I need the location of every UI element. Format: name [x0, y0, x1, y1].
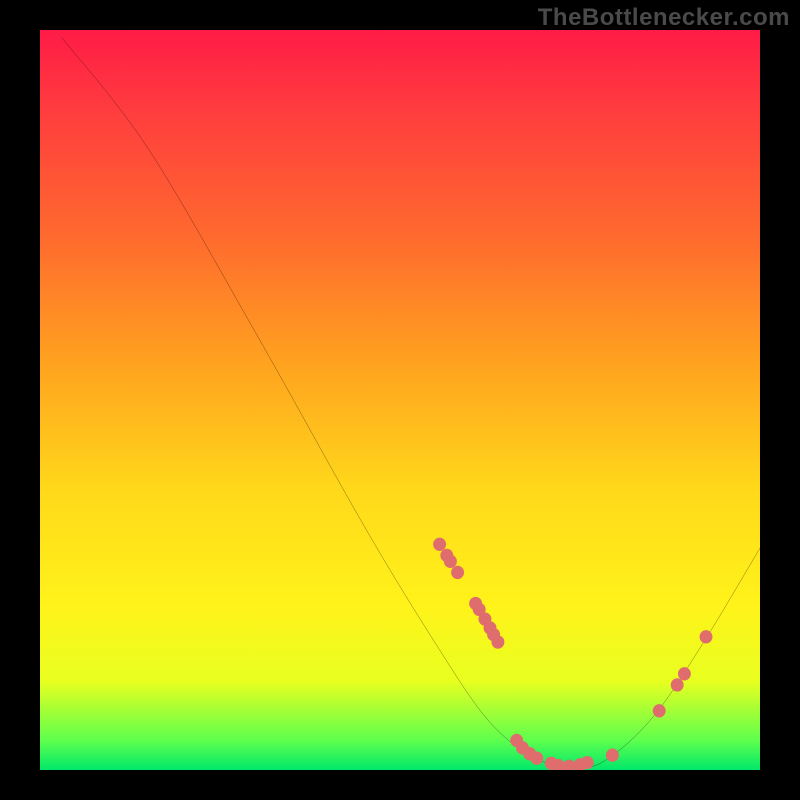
watermark-text: TheBottlenecker.com: [538, 4, 790, 32]
bottleneck-curve: [62, 37, 760, 768]
curve-svg: [40, 30, 760, 770]
curve-marker: [433, 538, 446, 551]
chart-frame: TheBottlenecker.com: [0, 0, 800, 800]
plot-area: [40, 30, 760, 770]
curve-marker: [671, 678, 684, 691]
curve-marker: [530, 752, 543, 765]
curve-marker: [451, 566, 464, 579]
curve-marker: [700, 630, 713, 643]
curve-marker: [678, 667, 691, 680]
curve-marker: [653, 704, 666, 717]
curve-marker: [581, 756, 594, 769]
curve-markers: [433, 538, 712, 770]
curve-marker: [491, 635, 504, 648]
curve-marker: [444, 555, 457, 568]
curve-marker: [606, 749, 619, 762]
